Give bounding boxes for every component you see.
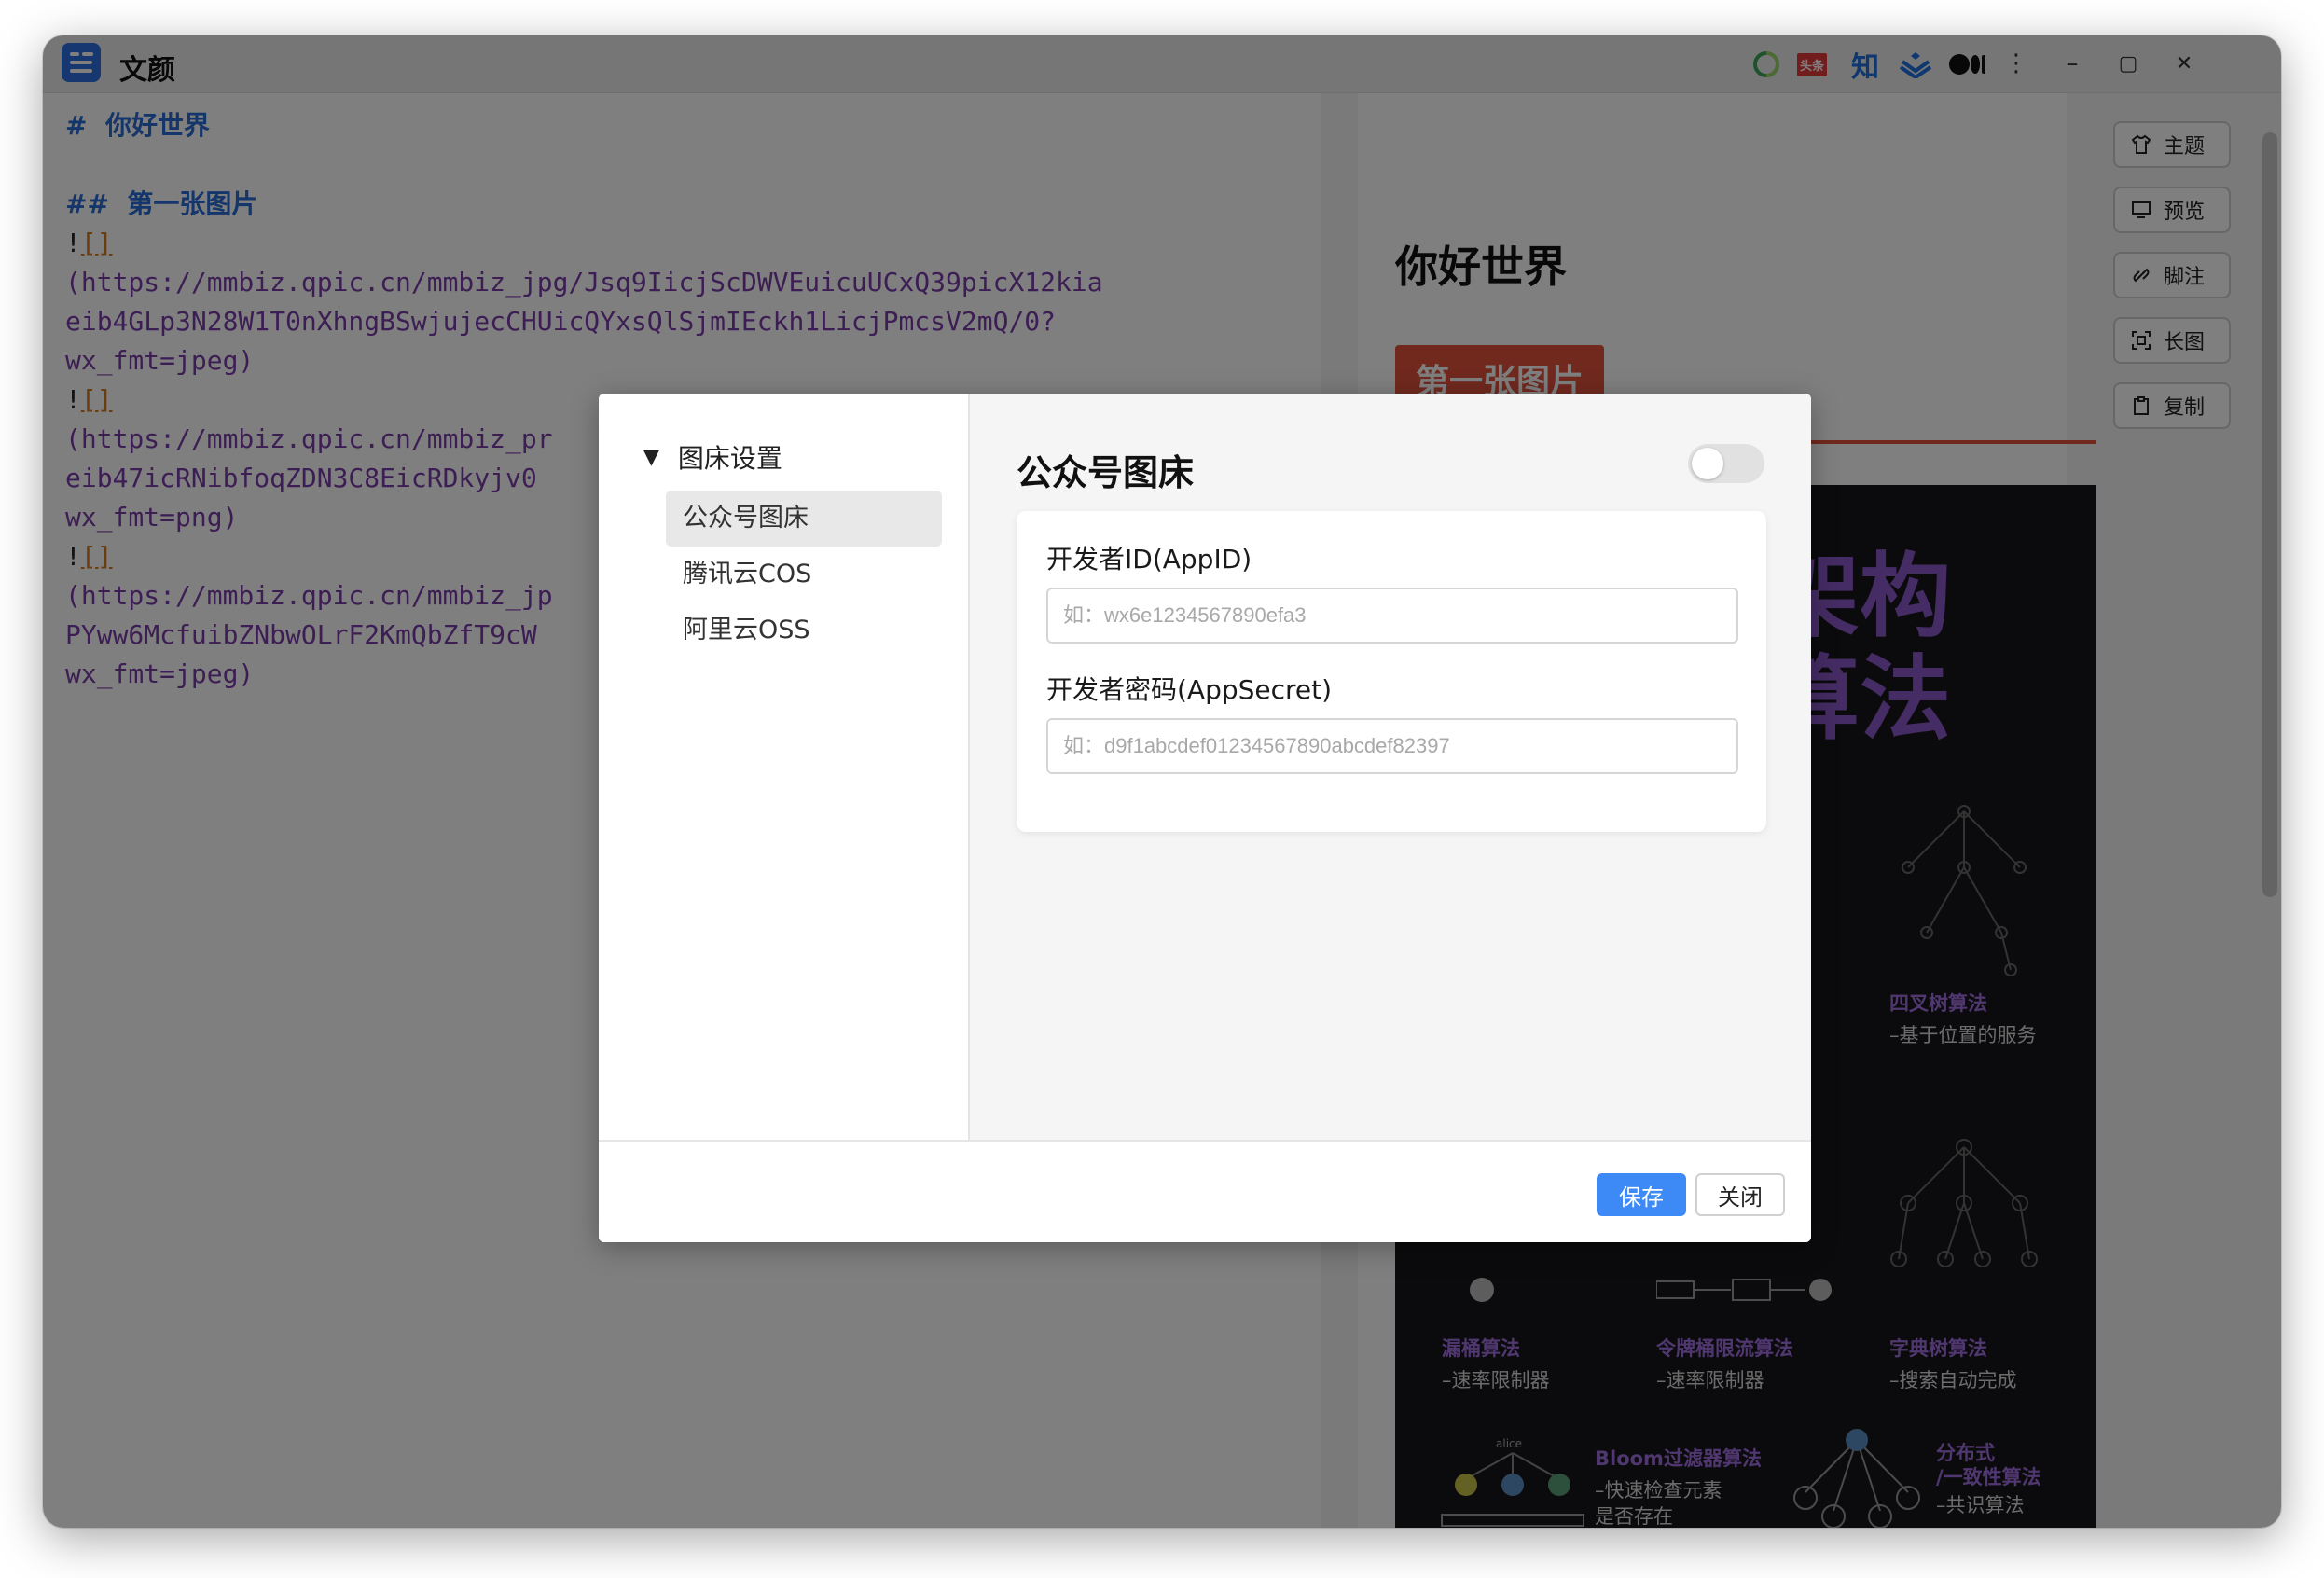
settings-panel: 公众号图床 开发者ID(AppID) 开发者密码(AppSecret) bbox=[970, 394, 1811, 1140]
appsecret-input[interactable] bbox=[1046, 718, 1738, 774]
app-window: 文颜 头条 知 ⋮ – ▢ ✕ # 你好世界 ## 第一张图片 ![] (htt… bbox=[43, 35, 2281, 1528]
appid-input[interactable] bbox=[1046, 588, 1738, 644]
toggle-knob bbox=[1692, 448, 1723, 479]
image-host-settings-dialog: ▼ 图床设置 公众号图床 腾讯云COS 阿里云OSS 公众号图床 开发者ID(A… bbox=[599, 394, 1811, 1242]
nav-item-tencent-cos[interactable]: 腾讯云COS bbox=[666, 547, 942, 602]
nav-group-header[interactable]: ▼ 图床设置 bbox=[643, 438, 782, 476]
close-button[interactable]: 关闭 bbox=[1695, 1173, 1785, 1216]
nav-item-wechat[interactable]: 公众号图床 bbox=[666, 491, 942, 547]
dialog-footer: 保存 关闭 bbox=[599, 1140, 1811, 1242]
save-button[interactable]: 保存 bbox=[1597, 1173, 1686, 1216]
nav-group-label: 图床设置 bbox=[677, 443, 782, 474]
appid-label: 开发者ID(AppID) bbox=[1046, 544, 1252, 574]
settings-nav: ▼ 图床设置 公众号图床 腾讯云COS 阿里云OSS bbox=[599, 394, 970, 1140]
panel-title: 公众号图床 bbox=[1017, 452, 1195, 493]
triangle-down-icon: ▼ bbox=[643, 445, 659, 469]
enable-toggle[interactable] bbox=[1688, 444, 1764, 483]
nav-item-aliyun-oss[interactable]: 阿里云OSS bbox=[666, 602, 942, 658]
appsecret-label: 开发者密码(AppSecret) bbox=[1046, 674, 1333, 705]
credentials-card: 开发者ID(AppID) 开发者密码(AppSecret) bbox=[1017, 511, 1766, 832]
